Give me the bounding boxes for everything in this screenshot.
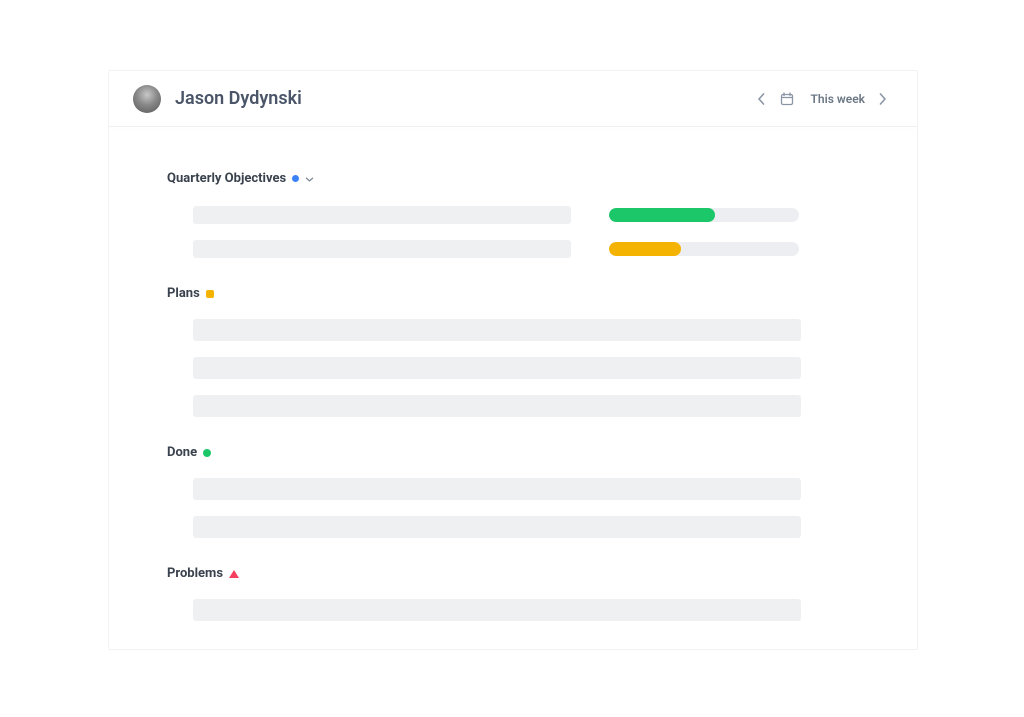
section-header-done[interactable]: Done xyxy=(167,445,859,460)
chevron-right-icon xyxy=(879,93,887,105)
section-header-plans[interactable]: Plans xyxy=(167,286,859,301)
calendar-icon xyxy=(780,92,794,106)
user-avatar[interactable] xyxy=(133,85,161,113)
section-done: Done xyxy=(167,445,859,538)
section-objectives: Quarterly Objectives xyxy=(167,169,859,258)
user-name: Jason Dydynski xyxy=(175,88,302,109)
prev-period-button[interactable] xyxy=(751,89,771,109)
objective-row[interactable] xyxy=(167,240,859,258)
section-plans: Plans xyxy=(167,286,859,417)
plan-placeholder[interactable] xyxy=(193,357,801,379)
problems-indicator-icon xyxy=(229,570,239,578)
chevron-left-icon xyxy=(757,93,765,105)
plans-indicator-icon xyxy=(206,290,214,298)
calendar-button[interactable] xyxy=(777,89,797,109)
objective-row[interactable] xyxy=(167,206,859,224)
section-header-problems[interactable]: Problems xyxy=(167,566,859,581)
done-indicator-icon xyxy=(203,449,211,457)
problem-placeholder[interactable] xyxy=(193,599,801,621)
objective-progress xyxy=(609,208,799,222)
period-selector[interactable]: This week xyxy=(811,92,865,106)
content-area: Quarterly Objectives xyxy=(109,127,917,621)
done-placeholder[interactable] xyxy=(193,516,801,538)
plan-placeholder[interactable] xyxy=(193,319,801,341)
section-problems: Problems xyxy=(167,566,859,621)
report-card: Jason Dydynski This week Quarterly Objec… xyxy=(108,70,918,650)
chevron-down-icon xyxy=(305,169,314,188)
section-title: Plans xyxy=(167,286,200,301)
section-title: Done xyxy=(167,445,197,460)
objective-progress-fill xyxy=(609,242,681,256)
section-header-objectives[interactable]: Quarterly Objectives xyxy=(167,169,859,188)
done-placeholder[interactable] xyxy=(193,478,801,500)
plan-placeholder[interactable] xyxy=(193,395,801,417)
objectives-indicator-icon xyxy=(292,175,299,182)
next-period-button[interactable] xyxy=(873,89,893,109)
section-title: Problems xyxy=(167,566,223,581)
objective-placeholder xyxy=(193,206,571,224)
header-bar: Jason Dydynski This week xyxy=(109,71,917,127)
section-title: Quarterly Objectives xyxy=(167,171,286,186)
objective-placeholder xyxy=(193,240,571,258)
objective-progress-fill xyxy=(609,208,715,222)
objective-progress xyxy=(609,242,799,256)
